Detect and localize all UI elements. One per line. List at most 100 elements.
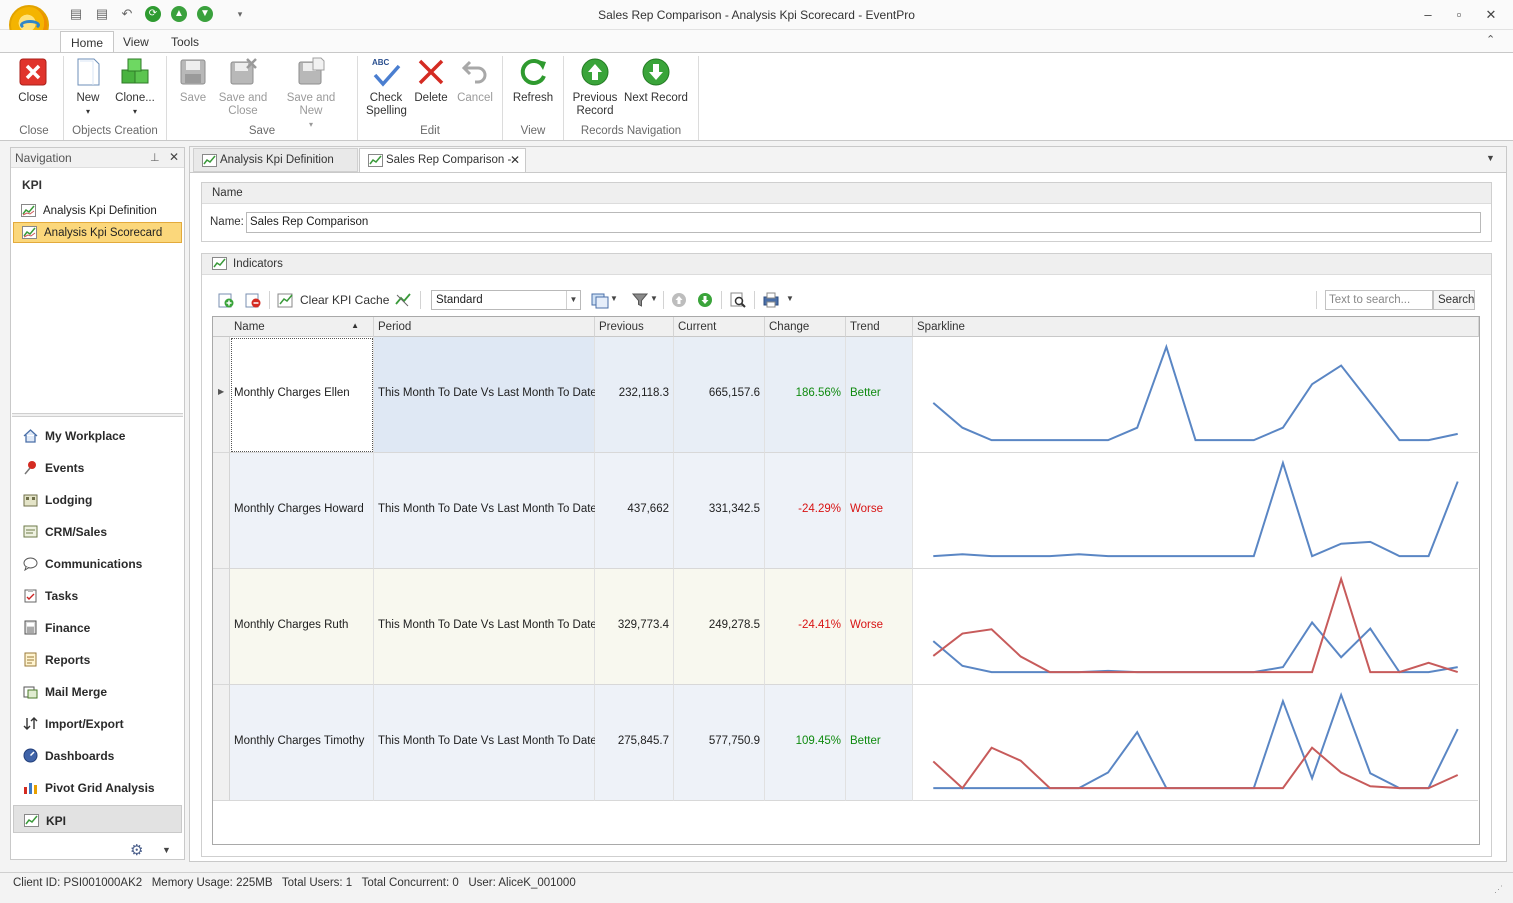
next-record-button[interactable]: Next Record bbox=[624, 56, 688, 105]
cancel-button[interactable]: Cancel bbox=[455, 56, 495, 105]
column-header-change[interactable]: Change bbox=[765, 317, 846, 337]
find-icon[interactable] bbox=[729, 291, 747, 309]
new-button[interactable]: New ▾ bbox=[70, 56, 106, 118]
cell-trend[interactable]: Better bbox=[846, 337, 913, 453]
print-icon[interactable] bbox=[762, 291, 780, 309]
column-header-current[interactable]: Current bbox=[674, 317, 765, 337]
cell-change[interactable]: -24.29% bbox=[765, 453, 846, 569]
cell-previous[interactable]: 275,845.7 bbox=[595, 685, 674, 801]
nav-item-analysis-kpi-scorecard[interactable]: Analysis Kpi Scorecard bbox=[13, 222, 182, 243]
module-crm-sales[interactable]: CRM/Sales bbox=[13, 517, 182, 545]
cell-name[interactable]: Monthly Charges Ruth bbox=[230, 569, 374, 685]
check-spelling-button[interactable]: ABC Check Spelling bbox=[366, 56, 407, 118]
print-dropdown-icon[interactable]: ▼ bbox=[786, 294, 794, 303]
module-finance[interactable]: Finance bbox=[13, 613, 182, 641]
cell-current[interactable]: 577,750.9 bbox=[674, 685, 765, 801]
group-label-objects-creation: Objects Creation bbox=[72, 125, 158, 137]
tab-tools[interactable]: Tools bbox=[161, 31, 209, 53]
move-up-icon[interactable] bbox=[670, 291, 688, 309]
move-down-icon[interactable] bbox=[696, 291, 714, 309]
doc-tab-analysis-kpi-definition[interactable]: Analysis Kpi Definition bbox=[193, 148, 358, 172]
clone-button[interactable]: Clone... ▾ bbox=[112, 56, 158, 118]
toolbar-separator bbox=[754, 291, 755, 309]
column-header-sparkline[interactable]: Sparkline bbox=[913, 317, 1479, 337]
column-header-period[interactable]: Period bbox=[374, 317, 595, 337]
cell-change[interactable]: 186.56% bbox=[765, 337, 846, 453]
cell-change[interactable]: 109.45% bbox=[765, 685, 846, 801]
cell-current[interactable]: 331,342.5 bbox=[674, 453, 765, 569]
cell-trend[interactable]: Worse bbox=[846, 453, 913, 569]
close-window-icon[interactable]: ✕ bbox=[1479, 6, 1503, 24]
row-indicator[interactable] bbox=[213, 569, 230, 685]
cell-period[interactable]: This Month To Date Vs Last Month To Date bbox=[374, 685, 597, 801]
refresh-button[interactable]: Refresh bbox=[511, 56, 555, 105]
search-button[interactable]: Search bbox=[1433, 290, 1475, 310]
module-events[interactable]: Events bbox=[13, 453, 182, 481]
tab-view[interactable]: View bbox=[113, 31, 159, 53]
column-header-previous[interactable]: Previous bbox=[595, 317, 674, 337]
configure-nav-icon[interactable]: ⚙ bbox=[130, 841, 143, 859]
cell-previous[interactable]: 329,773.4 bbox=[595, 569, 674, 685]
module-mail-merge[interactable]: Mail Merge bbox=[13, 677, 182, 705]
tab-list-dropdown-icon[interactable]: ▼ bbox=[1486, 153, 1495, 163]
cell-current[interactable]: 249,278.5 bbox=[674, 569, 765, 685]
add-row-icon[interactable] bbox=[217, 291, 235, 309]
cell-previous[interactable]: 232,118.3 bbox=[595, 337, 674, 453]
mail-merge-icon bbox=[23, 686, 38, 699]
pin-icon[interactable]: ⊥ bbox=[150, 151, 160, 164]
maximize-icon[interactable]: ▫ bbox=[1447, 6, 1471, 24]
group-separator bbox=[698, 56, 699, 140]
cell-period[interactable]: This Month To Date Vs Last Month To Date bbox=[374, 337, 597, 453]
module-lodging[interactable]: Lodging bbox=[13, 485, 182, 513]
configure-dropdown-icon[interactable]: ▼ bbox=[162, 845, 171, 855]
delete-button[interactable]: Delete bbox=[413, 56, 449, 105]
row-indicator[interactable] bbox=[213, 685, 230, 801]
save-button[interactable]: Save bbox=[176, 56, 210, 105]
tab-home[interactable]: Home bbox=[60, 31, 115, 53]
module-pivot-grid-analysis[interactable]: Pivot Grid Analysis bbox=[13, 773, 182, 801]
cell-period[interactable]: This Month To Date Vs Last Month To Date bbox=[374, 453, 597, 569]
cell-trend[interactable]: Worse bbox=[846, 569, 913, 685]
row-indicator[interactable] bbox=[213, 453, 230, 569]
cell-current[interactable]: 665,157.6 bbox=[674, 337, 765, 453]
cell-name[interactable]: Monthly Charges Ellen bbox=[230, 337, 374, 453]
row-indicator[interactable]: ▶ bbox=[213, 337, 230, 453]
name-field[interactable]: Sales Rep Comparison bbox=[246, 212, 1481, 233]
close-tab-icon[interactable]: ✕ bbox=[510, 153, 520, 167]
cell-trend[interactable]: Better bbox=[846, 685, 913, 801]
columns-icon[interactable] bbox=[591, 291, 609, 309]
cell-name[interactable]: Monthly Charges Timothy bbox=[230, 685, 374, 801]
close-button[interactable]: Close bbox=[13, 56, 53, 105]
module-dashboards[interactable]: Dashboards bbox=[13, 741, 182, 769]
minimize-icon[interactable]: – bbox=[1416, 6, 1440, 24]
module-kpi[interactable]: KPI bbox=[13, 805, 182, 833]
cell-change[interactable]: -24.41% bbox=[765, 569, 846, 685]
column-header-trend[interactable]: Trend bbox=[846, 317, 913, 337]
clear-kpi-cache-button[interactable]: Clear KPI Cache bbox=[277, 290, 389, 310]
collapse-ribbon-icon[interactable]: ⌃ bbox=[1486, 33, 1495, 46]
save-new-button[interactable]: Save and New ▾ bbox=[274, 56, 348, 131]
cell-period[interactable]: This Month To Date Vs Last Month To Date bbox=[374, 569, 597, 685]
refresh-kpi-icon[interactable] bbox=[394, 291, 412, 309]
cell-name[interactable]: Monthly Charges Howard bbox=[230, 453, 374, 569]
module-reports[interactable]: Reports bbox=[13, 645, 182, 673]
filter-dropdown-icon[interactable]: ▼ bbox=[650, 294, 658, 303]
nav-item-analysis-kpi-definition[interactable]: Analysis Kpi Definition bbox=[13, 201, 182, 222]
search-input[interactable]: Text to search... bbox=[1325, 290, 1433, 310]
filter-icon[interactable] bbox=[631, 291, 649, 309]
module-communications[interactable]: Communications bbox=[13, 549, 182, 577]
cell-previous[interactable]: 437,662 bbox=[595, 453, 674, 569]
nav-splitter[interactable] bbox=[12, 413, 183, 417]
module-my-workplace[interactable]: My Workplace bbox=[13, 421, 182, 449]
module-import-export[interactable]: Import/Export bbox=[13, 709, 182, 737]
column-header-name[interactable]: Name ▲ bbox=[230, 317, 374, 337]
module-tasks[interactable]: Tasks bbox=[13, 581, 182, 609]
layout-select[interactable]: Standard ▼ bbox=[431, 290, 581, 310]
delete-row-icon[interactable] bbox=[244, 291, 262, 309]
previous-record-button[interactable]: Previous Record bbox=[571, 56, 619, 118]
save-close-button[interactable]: Save and Close bbox=[217, 56, 269, 118]
doc-tab-sales-rep-comparison[interactable]: Sales Rep Comparison - ✕ bbox=[359, 148, 526, 172]
resize-grip-icon[interactable]: ⋰ bbox=[1494, 884, 1503, 895]
close-panel-icon[interactable]: ✕ bbox=[169, 150, 179, 164]
columns-dropdown-icon[interactable]: ▼ bbox=[610, 294, 618, 303]
